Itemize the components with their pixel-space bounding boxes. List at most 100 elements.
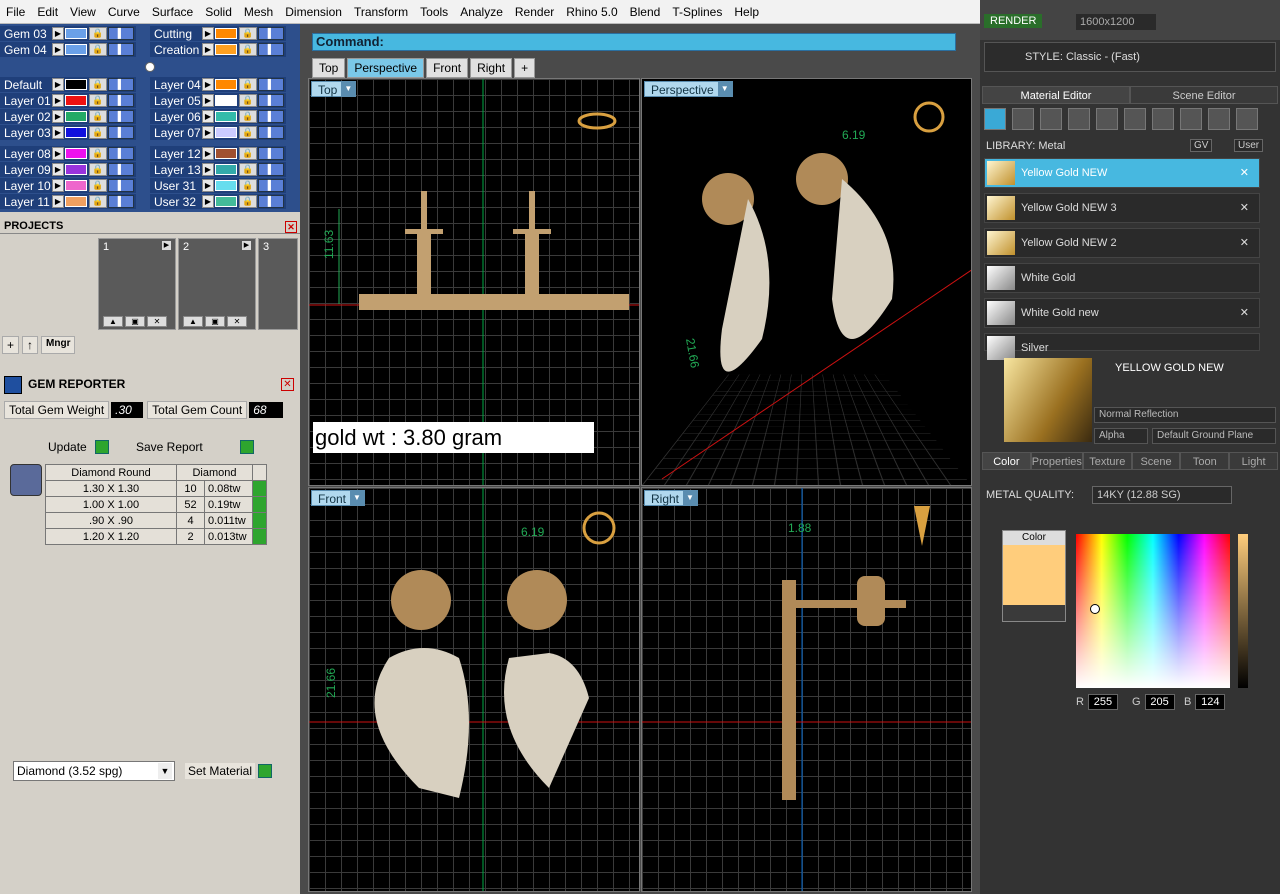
layer-color-swatch[interactable] <box>65 127 87 138</box>
layer-color-swatch[interactable] <box>215 95 237 106</box>
lock-icon[interactable]: 🔒 <box>89 27 107 40</box>
tab-add[interactable]: + <box>514 58 536 78</box>
layer-visible-icon[interactable]: ▌ <box>108 179 134 192</box>
play-icon[interactable]: ▶ <box>202 94 214 107</box>
chevron-down-icon[interactable]: ▼ <box>683 491 698 505</box>
lock-icon[interactable]: 🔒 <box>89 147 107 160</box>
lock-icon[interactable]: 🔒 <box>89 163 107 176</box>
lock-icon[interactable]: 🔒 <box>239 43 257 56</box>
layer-visible-icon[interactable]: ▌ <box>258 94 284 107</box>
layer-row[interactable]: Layer 05 ▶ 🔒 ▌ <box>150 93 286 108</box>
play-icon[interactable]: ▶ <box>202 163 214 176</box>
layer-color-swatch[interactable] <box>215 28 237 39</box>
brush-icon[interactable] <box>1208 108 1230 130</box>
layer-color-swatch[interactable] <box>65 180 87 191</box>
layer-visible-icon[interactable]: ▌ <box>258 195 284 208</box>
table-row[interactable]: .90 X .90 4 0.011tw <box>45 512 267 529</box>
chevron-down-icon[interactable]: ▼ <box>350 491 365 505</box>
metal-icon[interactable] <box>984 108 1006 130</box>
layer-row[interactable]: Layer 03 ▶ 🔒 ▌ <box>0 125 136 140</box>
play-icon[interactable] <box>252 528 267 545</box>
play-icon[interactable]: ▶ <box>52 78 64 91</box>
brightness-slider[interactable] <box>1238 534 1248 688</box>
close-icon[interactable]: ✕ <box>1240 159 1249 187</box>
lock-icon[interactable]: 🔒 <box>239 147 257 160</box>
play-icon[interactable]: ▶ <box>52 94 64 107</box>
layer-color-swatch[interactable] <box>65 79 87 90</box>
up-icon[interactable]: ▲ <box>183 316 203 327</box>
close-icon[interactable]: ✕ <box>1240 229 1249 257</box>
lock-icon[interactable]: 🔒 <box>239 78 257 91</box>
layer-color-swatch[interactable] <box>65 28 87 39</box>
layer-visible-icon[interactable]: ▌ <box>258 126 284 139</box>
save-icon[interactable]: ▣ <box>205 316 225 327</box>
play-icon[interactable]: ▶ <box>202 27 214 40</box>
lock-icon[interactable]: 🔒 <box>239 126 257 139</box>
layer-row[interactable]: Layer 09 ▶ 🔒 ▌ <box>0 162 136 177</box>
manager-button[interactable]: Mngr <box>41 336 76 354</box>
tab-perspective[interactable]: Perspective <box>347 58 425 78</box>
table-row[interactable]: 1.30 X 1.30 10 0.08tw <box>45 480 267 497</box>
command-line[interactable]: Command: <box>312 33 956 51</box>
play-icon[interactable]: ▶ <box>202 179 214 192</box>
layer-row[interactable]: Layer 06 ▶ 🔒 ▌ <box>150 109 286 124</box>
lock-icon[interactable]: 🔒 <box>89 126 107 139</box>
menu-item[interactable]: Mesh <box>238 0 279 24</box>
resolution-field[interactable]: 1600x1200 <box>1076 14 1156 30</box>
material-item[interactable]: White Gold <box>984 263 1260 293</box>
play-icon[interactable]: ▶ <box>202 126 214 139</box>
material-item[interactable]: White Gold new ✕ <box>984 298 1260 328</box>
material-item[interactable]: Yellow Gold NEW 2 ✕ <box>984 228 1260 258</box>
layer-row[interactable]: Layer 11 ▶ 🔒 ▌ <box>0 194 136 209</box>
tab-property[interactable]: Scene <box>1131 452 1181 470</box>
viewport-label[interactable]: Front ▼ <box>311 490 366 506</box>
play-icon[interactable] <box>258 764 273 778</box>
tab-top[interactable]: Top <box>312 58 346 78</box>
play-icon[interactable]: ▶ <box>242 241 251 250</box>
layer-visible-icon[interactable]: ▌ <box>258 179 284 192</box>
menu-item[interactable]: Tools <box>414 0 454 24</box>
render-button[interactable]: RENDER <box>984 14 1043 28</box>
layer-color-swatch[interactable] <box>215 196 237 207</box>
play-icon[interactable]: ▶ <box>52 147 64 160</box>
layer-color-swatch[interactable] <box>65 44 87 55</box>
layer-row[interactable]: Layer 08 ▶ 🔒 ▌ <box>0 146 136 161</box>
g-value[interactable]: 205 <box>1144 694 1175 710</box>
reflection-select[interactable]: Normal Reflection <box>1094 407 1276 423</box>
play-icon[interactable]: ▶ <box>162 241 171 250</box>
lock-icon[interactable]: 🔒 <box>89 110 107 123</box>
close-icon[interactable]: ✕ <box>147 316 167 327</box>
lock-icon[interactable]: 🔒 <box>239 179 257 192</box>
collapse-icon[interactable] <box>145 62 155 72</box>
lock-icon[interactable]: 🔒 <box>89 94 107 107</box>
layer-row[interactable]: Layer 13 ▶ 🔒 ▌ <box>150 162 286 177</box>
save-icon[interactable]: ▣ <box>125 316 145 327</box>
bulb-icon[interactable] <box>1236 108 1258 130</box>
layer-row[interactable]: User 31 ▶ 🔒 ▌ <box>150 178 286 193</box>
close-icon[interactable]: ✕ <box>285 221 297 233</box>
layer-visible-icon[interactable]: ▌ <box>258 110 284 123</box>
tab-front[interactable]: Front <box>426 58 469 78</box>
layer-row[interactable]: Creation ▶ 🔒 ▌ <box>150 42 286 57</box>
layer-visible-icon[interactable]: ▌ <box>108 163 134 176</box>
lock-icon[interactable]: 🔒 <box>239 94 257 107</box>
play-icon[interactable]: ▶ <box>52 110 64 123</box>
layer-visible-icon[interactable]: ▌ <box>108 94 134 107</box>
menu-item[interactable]: T-Splines <box>666 0 728 24</box>
lock-icon[interactable]: 🔒 <box>89 78 107 91</box>
viewport-label[interactable]: Perspective ▼ <box>644 81 733 97</box>
layer-visible-icon[interactable]: ▌ <box>108 27 134 40</box>
tab-property[interactable]: Properties <box>1030 452 1083 470</box>
save-report-button[interactable]: Save Report <box>132 440 240 454</box>
layer-row[interactable]: Cutting ▶ 🔒 ▌ <box>150 26 286 41</box>
lock-icon[interactable]: 🔒 <box>89 195 107 208</box>
layer-color-swatch[interactable] <box>215 180 237 191</box>
layer-row[interactable]: Layer 01 ▶ 🔒 ▌ <box>0 93 136 108</box>
tab-editor[interactable]: Material Editor <box>982 86 1130 104</box>
close-icon[interactable]: ✕ <box>1240 194 1249 222</box>
play-icon[interactable]: ▶ <box>52 179 64 192</box>
up-icon[interactable]: ▲ <box>103 316 123 327</box>
viewport-right[interactable]: 1.88 Right ▼ <box>641 487 972 892</box>
play-icon[interactable] <box>252 496 267 513</box>
play-icon[interactable]: ▶ <box>202 195 214 208</box>
